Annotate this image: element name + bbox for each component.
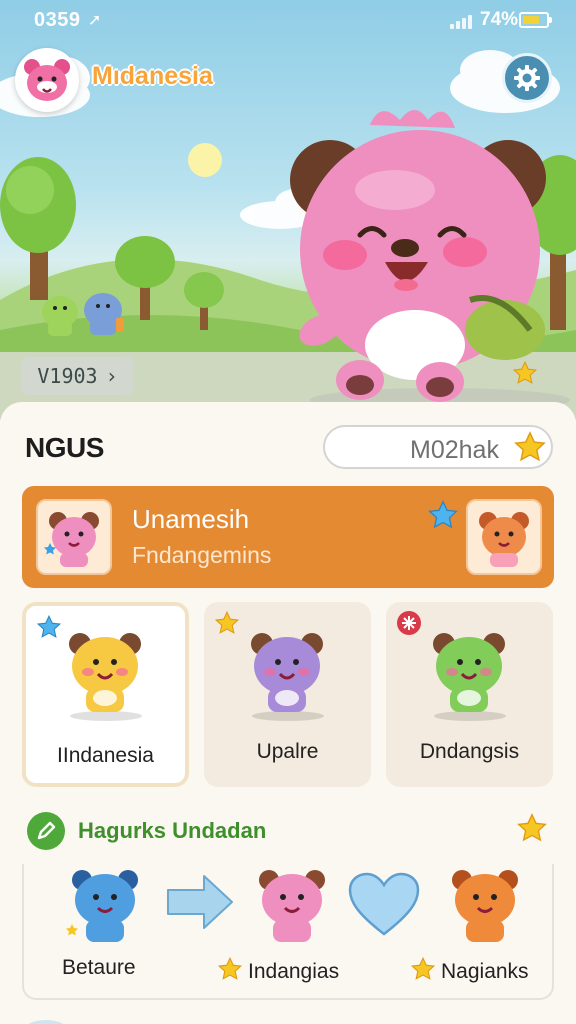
orange-bear-icon <box>479 512 529 567</box>
level-chip[interactable]: V1903 › <box>21 357 134 395</box>
pink-bear-icon <box>259 870 325 942</box>
level-chip-label: V1903 <box>37 364 98 388</box>
location-arrow-icon: ➚ <box>88 12 102 29</box>
gear-icon <box>514 65 540 91</box>
pink-bear-thumbnail <box>36 499 112 575</box>
avatar[interactable] <box>15 48 79 112</box>
search-value: M02hak <box>410 436 499 464</box>
evolution-stage-text: Nagianks <box>441 960 529 983</box>
battery-percent: 74% <box>480 9 519 30</box>
evolution-stage-label: Betaure <box>62 956 136 980</box>
gold-star-icon <box>217 956 243 980</box>
battery-icon <box>519 12 552 28</box>
evolution-stage-label: Nagianks <box>410 956 529 984</box>
character-card[interactable]: Dndangsis <box>386 602 553 787</box>
card-corner-badge <box>214 610 240 641</box>
bottom-nav-peek <box>20 1010 556 1024</box>
pink-bear-icon <box>44 512 99 567</box>
character-icon <box>69 633 142 721</box>
gold-star-icon <box>517 813 547 842</box>
arrow-right-icon <box>167 875 233 929</box>
gold-star-icon <box>514 431 546 462</box>
blue-star-icon <box>428 500 458 529</box>
section-title: NGUS <box>25 432 104 463</box>
gold-star-icon <box>214 610 240 634</box>
app-title: Mıdanesia <box>92 62 213 90</box>
pencil-icon <box>27 812 65 850</box>
content-panel: NGUS M02hak Unamesih Fndangemins IIndane… <box>0 402 576 1024</box>
featured-banner[interactable]: Unamesih Fndangemins <box>22 486 554 588</box>
evolution-section: Hagurks Undadan Betaure Indangias Nagian… <box>22 802 554 1000</box>
orange-bear-icon <box>452 870 518 942</box>
character-name: Dndangsis <box>419 740 520 763</box>
red-flower-icon <box>397 611 421 635</box>
gold-star-icon <box>410 956 436 980</box>
character-icon <box>433 633 506 721</box>
character-name: Upalre <box>256 740 319 763</box>
banner-subtitle: Fndangemins <box>132 542 272 568</box>
pink-bear-avatar-icon <box>18 51 76 109</box>
bottom-nav-decor <box>28 1020 64 1024</box>
signal-icon <box>450 13 474 29</box>
settings-button[interactable] <box>502 53 552 103</box>
character-card[interactable]: IIndanesia <box>22 602 189 787</box>
hero-banner: 0359 ➚ 74% Mıdanesia V1903 › <box>0 0 576 420</box>
evolution-stage-text: Indangias <box>248 960 340 983</box>
evolution-stage-label: Indangias <box>217 956 339 984</box>
banner-title: Unamesih <box>132 504 250 534</box>
status-time: 0359 <box>34 9 81 31</box>
character-name: IIndanesia <box>57 744 154 767</box>
chevron-right-icon: › <box>105 364 118 388</box>
status-bar: 0359 ➚ 74% <box>0 0 576 40</box>
character-icon <box>251 633 324 721</box>
evolution-title: Hagurks Undadan <box>78 818 267 843</box>
blue-bear-icon <box>66 870 138 942</box>
heart-icon <box>348 872 420 936</box>
evolution-stage-text: Betaure <box>62 956 136 979</box>
pencil-glyph <box>37 821 56 840</box>
card-corner-badge <box>396 610 422 641</box>
gold-star-icon <box>512 360 538 384</box>
search-input[interactable]: M02hak <box>323 425 553 469</box>
orange-bear-thumbnail <box>466 499 542 575</box>
character-card[interactable]: Upalre <box>204 602 371 787</box>
